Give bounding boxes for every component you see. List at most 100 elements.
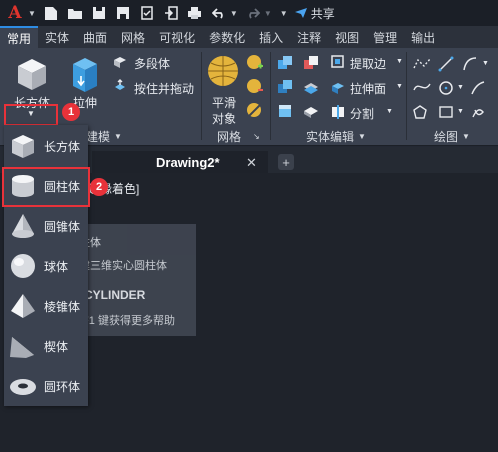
customize-toolbar-icon[interactable]: ▼ xyxy=(280,9,288,18)
menu-item-wedge[interactable]: 楔体 xyxy=(4,327,88,365)
import-icon[interactable] xyxy=(162,4,180,22)
redo-icon xyxy=(244,4,262,22)
union-icon[interactable] xyxy=(276,54,296,74)
extrude-button[interactable]: 拉伸 xyxy=(64,52,104,110)
ribbon-separator xyxy=(406,52,407,140)
open-folder-icon[interactable] xyxy=(66,4,84,22)
menu-item-cone[interactable]: 圆锥体 xyxy=(4,207,88,245)
extrude-face-chevron-icon: ▼ xyxy=(396,83,403,90)
pyramid-icon xyxy=(6,289,40,323)
new-tab-icon[interactable]: + xyxy=(278,154,294,170)
circle-icon[interactable]: ▼ xyxy=(438,80,466,98)
tab-annotate[interactable]: 注释 xyxy=(290,26,328,48)
menu-item-label: 圆环体 xyxy=(44,379,81,394)
interfere-icon[interactable] xyxy=(302,78,322,98)
intersect-icon[interactable] xyxy=(276,78,296,98)
menu-item-label: 棱锥体 xyxy=(44,299,81,314)
extrude-icon xyxy=(73,58,97,92)
helix-icon[interactable] xyxy=(470,104,494,122)
panel-expand-chevron-icon: ▼ xyxy=(114,131,122,141)
polyline-icon[interactable] xyxy=(412,56,434,74)
cylinder-item-highlight xyxy=(2,167,90,207)
spline-icon[interactable] xyxy=(412,80,434,98)
close-tab-icon[interactable]: ✕ xyxy=(246,155,257,171)
draw-panel-title[interactable]: 绘图 ▼ xyxy=(434,128,470,144)
menu-item-box[interactable]: 长方体 xyxy=(4,127,88,165)
undo-icon[interactable] xyxy=(210,4,228,22)
sphere-icon xyxy=(6,249,40,283)
polysolid-label: 多段体 xyxy=(134,57,171,71)
tab-parametric[interactable]: 参数化 xyxy=(202,26,252,48)
slice-button[interactable]: 分割 ▼ xyxy=(330,104,400,122)
thicken-icon[interactable] xyxy=(276,102,296,122)
smooth-label-2: 对象 xyxy=(212,112,237,126)
new-file-icon[interactable] xyxy=(42,4,60,22)
box-button[interactable]: 长方体 xyxy=(6,52,58,110)
panel-expand-chevron-icon: ▼ xyxy=(462,131,470,141)
menu-item-label: 圆锥体 xyxy=(44,219,81,234)
polygon-icon[interactable] xyxy=(412,104,434,122)
smooth-sphere-icon xyxy=(208,56,238,86)
box-dropdown-chevron-icon[interactable]: ▼ xyxy=(27,109,35,118)
polysolid-button[interactable]: 多段体 xyxy=(112,54,202,72)
save-as-icon[interactable] xyxy=(114,4,132,22)
quick-access-toolbar: A ▼ ▼ ▼ ▼ 共享 xyxy=(0,0,498,26)
presspull-label: 按住并拖动 xyxy=(134,82,195,96)
redo-dropdown-icon: ▼ xyxy=(263,8,272,18)
undo-dropdown-icon[interactable]: ▼ xyxy=(230,9,238,18)
share-label: 共享 xyxy=(310,6,335,21)
smooth-object-button[interactable]: 平滑 对象 xyxy=(204,54,242,126)
line-icon[interactable] xyxy=(438,56,456,74)
ribbon-separator xyxy=(270,52,271,140)
extract-edges-button[interactable]: 提取边 ▼ xyxy=(330,54,403,72)
extrude-face-button[interactable]: 拉伸面 ▼ xyxy=(330,79,403,97)
web-mobile-icon[interactable] xyxy=(138,4,156,22)
mesh-refine-icon[interactable] xyxy=(246,102,266,122)
extrude-face-icon xyxy=(332,83,344,94)
menu-item-torus[interactable]: 圆环体 xyxy=(4,367,88,405)
tab-visualize[interactable]: 可视化 xyxy=(152,26,202,48)
document-tab-drawing2[interactable]: Drawing2* xyxy=(92,151,268,173)
step-badge-1: 1 xyxy=(62,103,80,121)
menu-item-label: 球体 xyxy=(44,259,69,274)
subtract-icon[interactable] xyxy=(302,54,322,74)
mesh-panel-title[interactable]: 网格 ↘ xyxy=(217,128,260,144)
cone-icon xyxy=(6,209,40,243)
print-icon[interactable] xyxy=(186,4,204,22)
ribbon-separator xyxy=(201,52,202,140)
rectangle-icon[interactable]: ▼ xyxy=(438,104,466,122)
presspull-button[interactable]: 按住并拖动 xyxy=(112,79,202,97)
mesh-remove-icon[interactable] xyxy=(246,78,266,98)
share-button[interactable]: 共享 xyxy=(294,5,335,22)
presspull-icon xyxy=(115,79,125,90)
tab-mesh[interactable]: 网格 xyxy=(114,26,152,48)
modeling-panel-title[interactable]: 建模 ▼ xyxy=(86,128,122,144)
app-menu-chevron-icon[interactable]: ▼ xyxy=(28,9,36,18)
tab-view[interactable]: 视图 xyxy=(328,26,366,48)
tab-insert[interactable]: 插入 xyxy=(252,26,290,48)
arc-icon[interactable]: ▼ xyxy=(462,56,490,74)
app-logo[interactable]: A xyxy=(4,2,26,24)
extract-edges-icon xyxy=(331,55,344,68)
torus-icon xyxy=(6,369,40,403)
ellipse-icon[interactable] xyxy=(470,80,494,98)
tab-home[interactable]: 常用 xyxy=(0,26,39,48)
menu-item-sphere[interactable]: 球体 xyxy=(4,247,88,285)
box-icon xyxy=(18,59,46,90)
menu-item-pyramid[interactable]: 棱锥体 xyxy=(4,287,88,325)
menu-item-label: 长方体 xyxy=(44,139,81,154)
tooltip-command: CYLINDER xyxy=(84,288,146,302)
extract-edges-label: 提取边 xyxy=(350,57,387,71)
menu-item-label: 楔体 xyxy=(44,339,69,354)
tab-output[interactable]: 输出 xyxy=(404,26,442,48)
mesh-add-icon[interactable] xyxy=(246,54,266,74)
save-icon[interactable] xyxy=(90,4,108,22)
tab-surface[interactable]: 曲面 xyxy=(76,26,114,48)
tab-manage[interactable]: 管理 xyxy=(366,26,404,48)
solid-edit-panel-title[interactable]: 实体编辑 ▼ xyxy=(306,128,366,144)
tab-solid[interactable]: 实体 xyxy=(38,26,76,48)
extrude-face-label: 拉伸面 xyxy=(350,82,387,96)
ribbon-tabs: 常用 实体 曲面 网格 可视化 参数化 插入 注释 视图 管理 输出 xyxy=(0,26,498,48)
shell-icon[interactable] xyxy=(302,102,322,122)
arc-chevron-icon: ▼ xyxy=(482,60,489,67)
